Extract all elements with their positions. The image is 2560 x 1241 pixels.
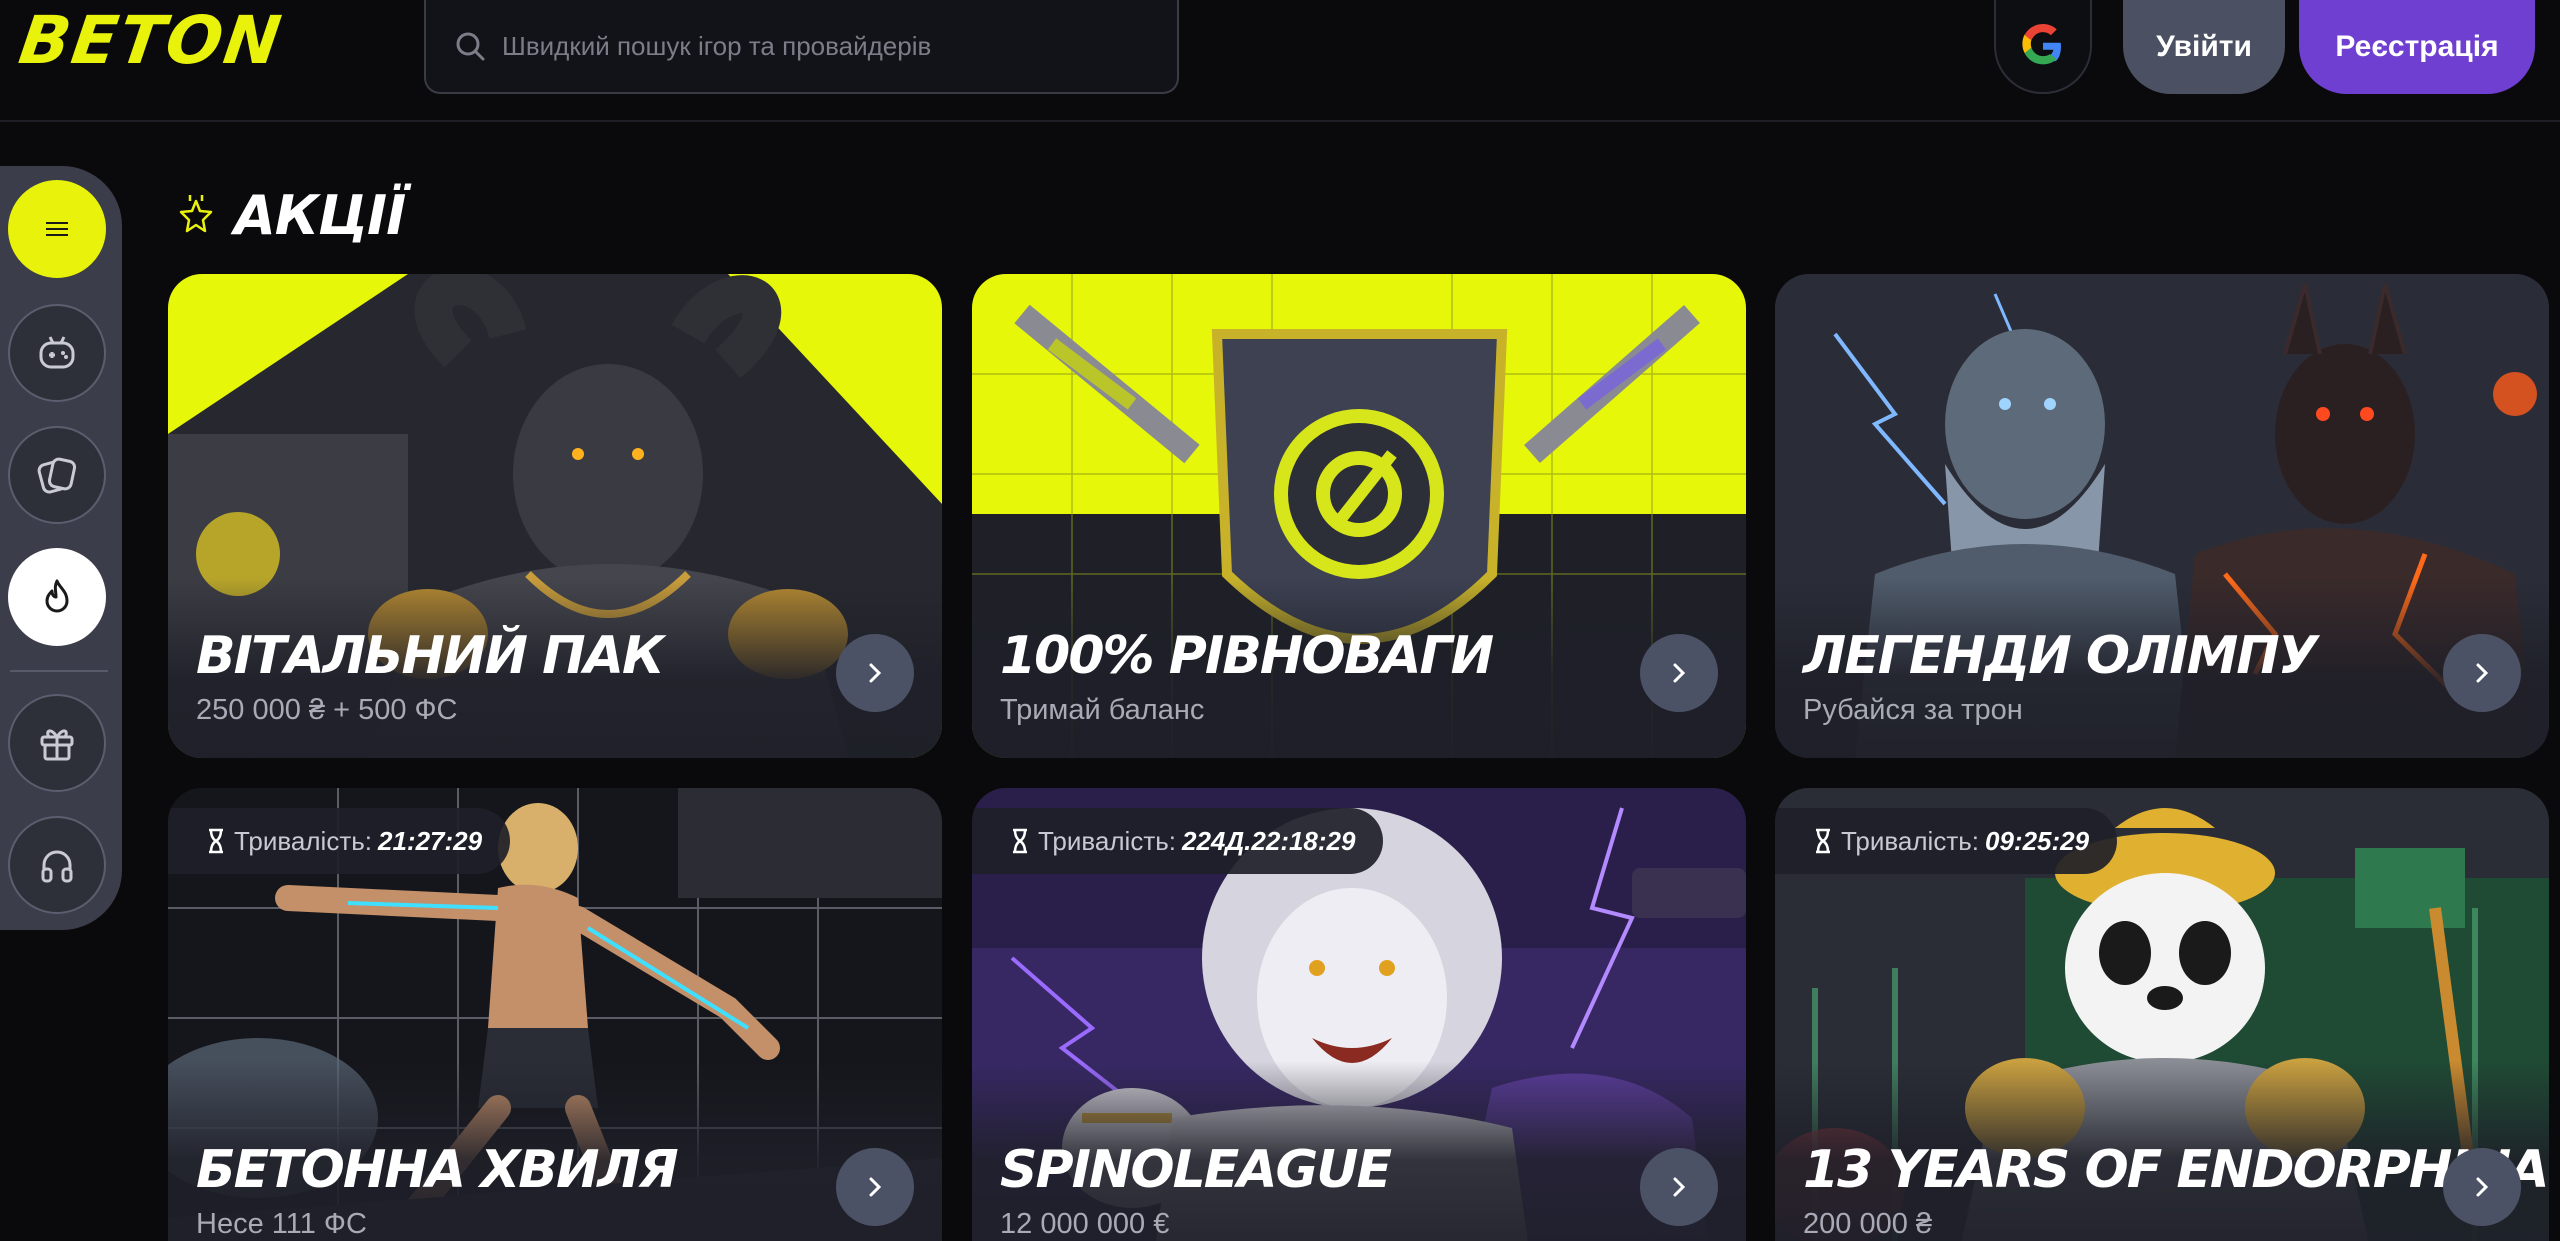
sidebar-item-gift[interactable] (8, 694, 106, 792)
sidebar (0, 166, 122, 930)
logo[interactable]: BETON (15, 2, 288, 79)
promo-card-wave[interactable]: Тривалість: 21:27:29 БЕТОННА ХВИЛЯ Несе … (168, 788, 942, 1241)
duration-badge: Тривалість: 09:25:29 (1775, 808, 2118, 874)
promo-subtitle: Рубайся за трон (1803, 694, 2023, 726)
promo-subtitle: Тримай баланс (1000, 694, 1205, 726)
promo-arrow-button[interactable] (1640, 634, 1718, 712)
promo-arrow-button[interactable] (1640, 1148, 1718, 1226)
sidebar-item-support[interactable] (8, 816, 106, 914)
duration-badge: Тривалість: 21:27:29 (168, 808, 511, 874)
google-icon (2022, 24, 2061, 65)
search-icon (456, 32, 485, 61)
google-login-button[interactable] (1994, 0, 2092, 94)
promo-card-olympus[interactable]: ЛЕГЕНДИ ОЛІМПУ Рубайся за трон (1775, 274, 2549, 758)
hourglass-icon (209, 828, 223, 854)
top-header: BETON Увійти Реєстрація (0, 0, 2560, 122)
page-title: АКЦІЇ (234, 183, 406, 247)
duration-value: 224Д.22:18:29 (1182, 825, 1356, 856)
search-input[interactable] (502, 30, 1102, 62)
flame-icon (45, 579, 69, 613)
register-button[interactable]: Реєстрація (2299, 0, 2535, 94)
promo-card-spinoleague[interactable]: Тривалість: 224Д.22:18:29 SPINOLEAGUE 12… (972, 788, 1746, 1241)
duration-label: Тривалість: (1841, 825, 1980, 856)
logo-text: BETON (14, 1, 288, 79)
promo-card-welcome[interactable]: ВІТАЛЬНИЙ ПАК 250 000 ₴ + 500 ФС (168, 274, 942, 758)
promo-title: SPINOLEAGUE (1000, 1140, 1392, 1200)
sidebar-item-cards[interactable] (8, 426, 106, 524)
promo-title: БЕТОННА ХВИЛЯ (196, 1140, 679, 1200)
chevron-right-icon (2476, 1177, 2489, 1197)
hourglass-icon (1816, 828, 1830, 854)
duration-label: Тривалість: (234, 825, 373, 856)
sidebar-divider (10, 670, 108, 672)
promo-title: ЛЕГЕНДИ ОЛІМПУ (1803, 626, 2318, 686)
promo-arrow-button[interactable] (2443, 634, 2521, 712)
chevron-right-icon (1673, 663, 1686, 683)
promo-arrow-button[interactable] (836, 1148, 914, 1226)
chevron-right-icon (869, 663, 882, 683)
promo-subtitle: 200 000 ₴ (1803, 1208, 1933, 1240)
section-header: АКЦІЇ (176, 180, 406, 250)
promo-subtitle: Несе 111 ФС (196, 1208, 367, 1240)
chevron-right-icon (869, 1177, 882, 1197)
gamepad-icon (39, 336, 75, 369)
promo-title: 100% РІВНОВАГИ (1000, 626, 1494, 686)
hourglass-icon (1013, 828, 1027, 854)
duration-value: 21:27:29 (378, 825, 483, 856)
promo-title: ВІТАЛЬНИЙ ПАК (196, 626, 664, 686)
duration-label: Тривалість: (1038, 825, 1177, 856)
sidebar-item-promotions[interactable] (8, 548, 106, 646)
gift-icon (40, 729, 74, 761)
promo-subtitle: 250 000 ₴ + 500 ФС (196, 694, 458, 726)
cards-icon (37, 457, 77, 494)
promo-arrow-button[interactable] (2443, 1148, 2521, 1226)
menu-icon (46, 222, 68, 236)
chevron-right-icon (2476, 663, 2489, 683)
promo-title: 13 YEARS OF ENDORPHINA (1803, 1140, 2549, 1200)
duration-value: 09:25:29 (1985, 825, 2090, 856)
chevron-right-icon (1673, 1177, 1686, 1197)
promo-card-endorphina[interactable]: Тривалість: 09:25:29 13 YEARS OF ENDORPH… (1775, 788, 2549, 1241)
star-icon (179, 195, 213, 233)
search-bar[interactable] (424, 0, 1179, 94)
sidebar-menu-button[interactable] (8, 180, 106, 278)
promo-subtitle: 12 000 000 € (1000, 1208, 1170, 1240)
sidebar-item-games[interactable] (8, 304, 106, 402)
login-button[interactable]: Увійти (2123, 0, 2285, 94)
promo-card-balance[interactable]: 100% РІВНОВАГИ Тримай баланс (972, 274, 1746, 758)
headphones-icon (41, 850, 73, 883)
promo-arrow-button[interactable] (836, 634, 914, 712)
duration-badge: Тривалість: 224Д.22:18:29 (972, 808, 1384, 874)
